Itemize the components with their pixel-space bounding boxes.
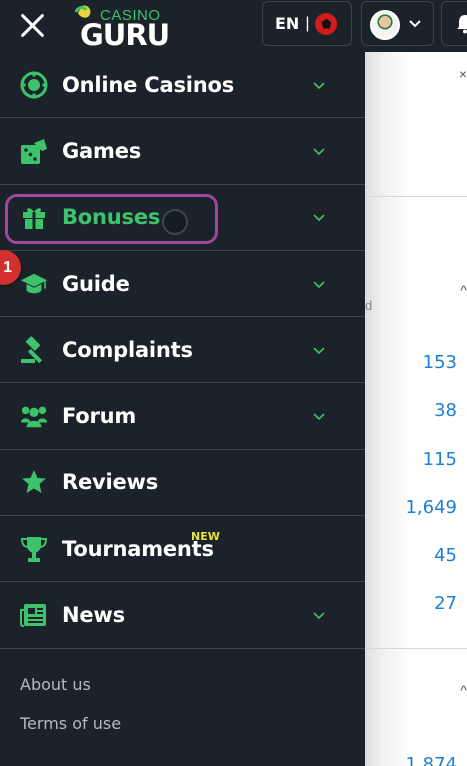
notifications-button[interactable] (441, 1, 467, 46)
background-page: × ^ d 153 38 115 1,649 45 27 ^ 1,874 (365, 52, 467, 766)
trophy-icon (20, 535, 48, 563)
bell-icon (457, 15, 467, 34)
background-caret-icon: ^ (460, 282, 467, 298)
newspaper-icon (20, 601, 48, 629)
user-menu-button[interactable] (361, 1, 434, 46)
chevron-down-icon[interactable] (312, 146, 326, 156)
casino-guru-logo[interactable]: CASINO GURU (70, 4, 180, 52)
chevron-down-icon[interactable] (312, 212, 326, 222)
flag-icon (315, 12, 338, 35)
gavel-icon (20, 336, 48, 364)
menu-item-label: Guide (62, 271, 130, 296)
menu-item-label: Online Casinos (62, 72, 235, 97)
top-header: CASINO GURU EN | (0, 0, 467, 52)
menu-item-complaints[interactable]: Complaints (0, 317, 365, 384)
background-count[interactable]: 115 (423, 449, 457, 470)
menu-item-news[interactable]: News (0, 582, 365, 649)
close-menu-button[interactable] (14, 8, 50, 44)
chevron-down-icon[interactable] (312, 279, 326, 289)
background-count[interactable]: 45 (434, 545, 457, 566)
terms-of-use-link[interactable]: Terms of use (20, 714, 121, 733)
menu-item-label: Forum (62, 404, 137, 429)
chevron-down-icon[interactable] (312, 411, 326, 421)
casino-chip-icon (20, 71, 48, 99)
menu-item-online-casinos[interactable]: Online Casinos (0, 52, 365, 119)
background-count[interactable]: 153 (423, 352, 457, 373)
users-icon (20, 402, 48, 430)
menu-item-label: Complaints (62, 337, 193, 362)
background-divider (365, 196, 467, 197)
main-menu: Online Casinos Games Bonuses Guide Compl… (0, 52, 365, 649)
star-icon (20, 468, 48, 496)
logo-guru-text: GURU (80, 18, 170, 52)
language-separator: | (305, 14, 310, 32)
background-count[interactable]: 38 (434, 400, 457, 421)
language-selector[interactable]: EN | (262, 1, 352, 46)
menu-item-label: News (62, 603, 125, 628)
menu-item-reviews[interactable]: Reviews (0, 450, 365, 517)
menu-item-forum[interactable]: Forum (0, 383, 365, 450)
avatar (370, 10, 400, 40)
cursor-indicator (162, 209, 188, 235)
chevron-down-icon[interactable] (312, 80, 326, 90)
background-count[interactable]: 1,649 (405, 497, 457, 518)
background-close-mark: × (458, 66, 467, 82)
menu-item-tournaments[interactable]: Tournaments NEW (0, 516, 365, 583)
background-divider (365, 648, 467, 649)
dice-icon (20, 137, 48, 165)
new-badge: NEW (191, 530, 220, 544)
graduation-cap-icon (20, 270, 48, 298)
background-count[interactable]: 27 (434, 593, 457, 614)
background-caret-icon: ^ (460, 682, 467, 698)
menu-item-guide[interactable]: Guide (0, 251, 365, 318)
about-us-link[interactable]: About us (20, 675, 91, 694)
menu-item-games[interactable]: Games (0, 118, 365, 185)
menu-item-label: Reviews (62, 470, 159, 495)
chevron-down-icon[interactable] (312, 610, 326, 620)
language-code: EN (275, 14, 300, 33)
background-count[interactable]: 1,874 (405, 754, 457, 766)
background-fragment-text: d (365, 298, 373, 313)
chevron-down-icon[interactable] (312, 345, 326, 355)
chevron-down-icon (409, 20, 421, 28)
menu-item-label: Games (62, 138, 142, 163)
